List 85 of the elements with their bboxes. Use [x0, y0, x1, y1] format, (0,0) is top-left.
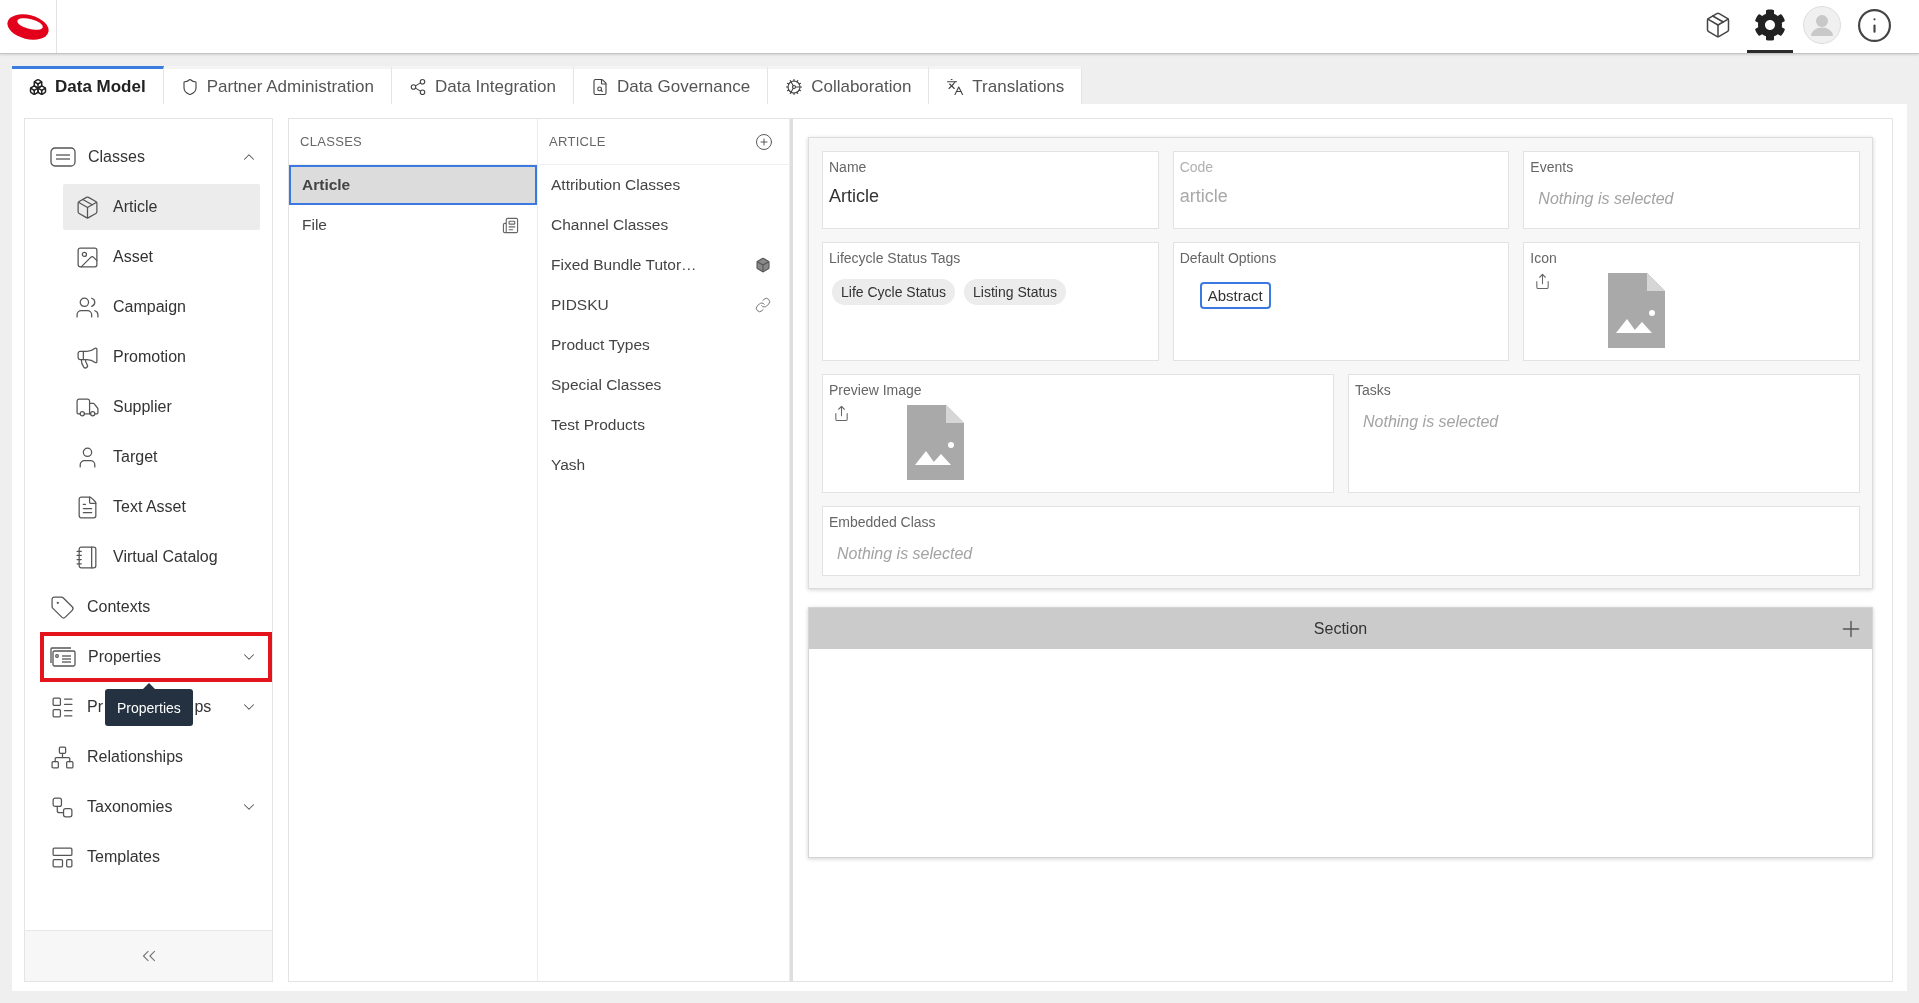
- info-icon: [1855, 6, 1893, 44]
- sidebar-item[interactable]: Supplier: [63, 384, 260, 430]
- sidebar-item[interactable]: Campaign: [63, 284, 260, 330]
- sidebar-item[interactable]: Virtual Catalog: [63, 534, 260, 580]
- sidebar-item[interactable]: Relationships: [40, 732, 272, 782]
- cog-icon: [785, 77, 804, 96]
- list-layout-icon: [50, 694, 75, 720]
- upload-icon[interactable]: [833, 405, 850, 422]
- tooltip-pointer-icon: [142, 683, 155, 689]
- class-list-item[interactable]: File: [289, 205, 537, 245]
- tab[interactable]: Data Governance: [573, 66, 769, 104]
- tab[interactable]: Translations: [929, 66, 1083, 104]
- status-tag: Listing Status: [964, 279, 1067, 305]
- subclass-list-item[interactable]: Product Types: [538, 325, 789, 365]
- text-field[interactable]: Name Article: [822, 151, 1159, 229]
- card-lines-icon: [50, 147, 76, 167]
- select-field[interactable]: Tasks Nothing is selected: [1348, 374, 1860, 493]
- image-icon: [75, 244, 100, 270]
- subclass-list-item[interactable]: PIDSKU: [538, 285, 789, 325]
- tab[interactable]: Partner Administration: [163, 66, 392, 104]
- sidebar-item[interactable]: Contexts: [40, 582, 272, 632]
- select-input[interactable]: Nothing is selected: [1530, 184, 1853, 214]
- image-placeholder-icon: [907, 405, 964, 480]
- class-list-item[interactable]: Article: [289, 165, 537, 205]
- text-input[interactable]: Article: [829, 181, 1152, 211]
- field-label: Lifecycle Status Tags: [829, 250, 961, 267]
- tooltip: Properties: [105, 689, 193, 726]
- package-icon: [1704, 11, 1732, 39]
- subclass-list-item[interactable]: Yash: [538, 445, 789, 485]
- upload-icon[interactable]: [1534, 273, 1552, 290]
- sidebar-item[interactable]: Classes: [40, 132, 272, 182]
- sidebar-item[interactable]: Target: [63, 434, 260, 480]
- select-input[interactable]: Nothing is selected: [829, 539, 1853, 569]
- tab[interactable]: Collaboration: [768, 66, 930, 104]
- sidebar-item[interactable]: Text Asset: [63, 484, 260, 530]
- select-field[interactable]: Events Nothing is selected: [1523, 151, 1860, 229]
- subclass-list-item[interactable]: Attribution Classes: [538, 165, 789, 205]
- cards-icon: [50, 647, 76, 667]
- shield-icon: [180, 77, 199, 96]
- select-field[interactable]: Embedded Class Nothing is selected: [822, 506, 1860, 576]
- column-heading: ARTICLE: [549, 134, 606, 149]
- megaphone-icon: [75, 344, 100, 370]
- field-label: Events: [1530, 159, 1574, 176]
- workflow-icon: [50, 794, 75, 820]
- box-icon: [755, 257, 771, 273]
- file-search-icon: [590, 77, 609, 96]
- document-icon: [502, 216, 519, 234]
- field-label: Preview Image: [829, 382, 922, 399]
- translate-icon: [946, 77, 965, 96]
- tab[interactable]: Data Model: [12, 66, 164, 104]
- boxes-icon: [29, 77, 47, 96]
- field-label: Default Options: [1179, 250, 1277, 267]
- status-tag: Life Cycle Status: [832, 279, 956, 305]
- avatar-icon: [1803, 6, 1841, 44]
- layout-icon: [50, 844, 75, 870]
- sidebar-item[interactable]: Properties: [40, 632, 272, 682]
- field-label: Icon: [1530, 250, 1557, 267]
- network-icon: [50, 744, 75, 770]
- settings-icon: [1754, 9, 1786, 41]
- section-title: Section: [1313, 619, 1368, 638]
- package-icon: [75, 194, 100, 220]
- people-icon: [75, 294, 100, 320]
- sidebar-item[interactable]: Promotion: [63, 334, 260, 380]
- image-placeholder-icon: [1608, 273, 1666, 348]
- sidebar-item[interactable]: Taxonomies: [40, 782, 272, 832]
- tab[interactable]: Data Integration: [391, 66, 574, 104]
- subclass-list-item[interactable]: Special Classes: [538, 365, 789, 405]
- column-heading: CLASSES: [300, 134, 363, 149]
- select-input[interactable]: Nothing is selected: [1355, 407, 1853, 437]
- sidebar-item[interactable]: Templates: [40, 832, 272, 882]
- nodes-icon: [408, 77, 427, 96]
- add-icon[interactable]: [755, 132, 773, 151]
- tag-icon: [50, 594, 75, 620]
- field-label: Code: [1179, 159, 1214, 176]
- sidebar-item[interactable]: Article: [63, 184, 260, 230]
- subclass-list-item[interactable]: Test Products: [538, 405, 789, 445]
- field-label: Tasks: [1355, 382, 1391, 399]
- subclass-list-item[interactable]: Fixed Bundle Tutor…: [538, 245, 789, 285]
- subclass-list-item[interactable]: Channel Classes: [538, 205, 789, 245]
- link-icon: [755, 297, 771, 313]
- field-label: Embedded Class: [829, 514, 936, 531]
- field-label: Name: [829, 159, 867, 176]
- brand-logo: [6, 12, 50, 41]
- option-button[interactable]: Abstract: [1199, 282, 1271, 309]
- sidebar-item[interactable]: Asset: [63, 234, 260, 280]
